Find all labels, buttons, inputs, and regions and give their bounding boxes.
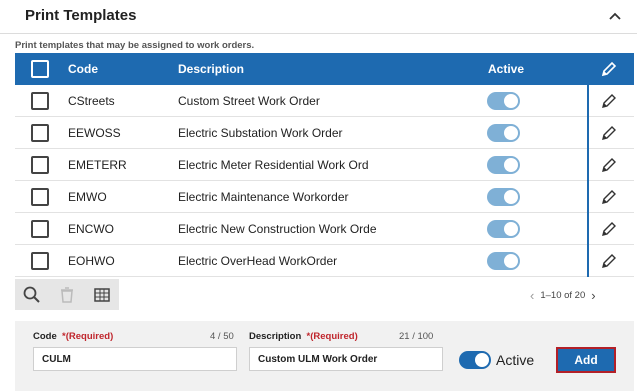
code-required-marker: *(Required)	[62, 331, 114, 342]
table-row[interactable]: EEWOSS Electric Substation Work Order	[15, 117, 634, 149]
active-toggle[interactable]	[459, 351, 491, 369]
add-button[interactable]: Add	[556, 347, 616, 373]
column-header-active[interactable]: Active	[488, 62, 524, 76]
trash-icon[interactable]	[57, 285, 77, 305]
edit-column-divider	[587, 149, 589, 181]
row-checkbox[interactable]	[31, 252, 49, 270]
table-row[interactable]: EMWO Electric Maintenance Workorder	[15, 181, 634, 213]
column-header-description[interactable]: Description	[178, 62, 244, 76]
print-templates-table: Code Description Active CStreets Custom S…	[15, 53, 634, 277]
pagination-range: 1–10 of 20	[540, 290, 586, 301]
code-char-count: 4 / 50	[210, 331, 234, 342]
row-checkbox[interactable]	[31, 124, 49, 142]
active-label: Active	[496, 352, 535, 368]
row-description: Custom Street Work Order	[178, 94, 320, 108]
pencil-icon[interactable]	[600, 92, 618, 110]
row-checkbox[interactable]	[31, 220, 49, 238]
row-code: ENCWO	[68, 222, 114, 236]
edit-column-divider	[587, 117, 589, 149]
column-header-code[interactable]: Code	[68, 62, 98, 76]
pagination: ‹ 1–10 of 20 ›	[530, 288, 596, 303]
table-header: Code Description Active	[15, 53, 634, 85]
table-row[interactable]: ENCWO Electric New Construction Work Orde	[15, 213, 634, 245]
code-label: Code *(Required)	[33, 331, 114, 342]
description-input[interactable]	[249, 347, 443, 371]
chevron-up-icon[interactable]	[605, 6, 625, 26]
row-code: EMETERR	[68, 158, 127, 172]
edit-column-divider	[587, 181, 589, 213]
row-checkbox[interactable]	[31, 156, 49, 174]
row-code: CStreets	[68, 94, 115, 108]
row-active-toggle[interactable]	[487, 156, 520, 174]
toggle-knob	[475, 353, 489, 367]
pencil-icon[interactable]	[600, 252, 618, 270]
toggle-knob	[504, 126, 518, 140]
edit-column-divider	[587, 245, 589, 277]
section-title: Print Templates	[25, 7, 137, 24]
row-code: EEWOSS	[68, 126, 121, 140]
description-char-count: 21 / 100	[399, 331, 434, 342]
pencil-icon[interactable]	[600, 124, 618, 142]
row-active-toggle[interactable]	[487, 220, 520, 238]
row-code: EMWO	[68, 190, 107, 204]
toggle-knob	[504, 254, 518, 268]
row-active-toggle[interactable]	[487, 252, 520, 270]
toggle-knob	[504, 94, 518, 108]
row-description: Electric OverHead WorkOrder	[178, 254, 338, 268]
table-row[interactable]: CStreets Custom Street Work Order	[15, 85, 634, 117]
row-checkbox[interactable]	[31, 92, 49, 110]
table-body: CStreets Custom Street Work Order EEWOSS El…	[15, 85, 634, 277]
row-description: Electric Meter Residential Work Ord	[178, 158, 369, 172]
table-columns-icon[interactable]	[92, 285, 112, 305]
add-template-form: Code *(Required) 4 / 50 Description *(Re…	[15, 321, 634, 391]
section-subtitle: Print templates that may be assigned to …	[15, 40, 255, 51]
description-required-marker: *(Required)	[306, 331, 358, 342]
search-icon[interactable]	[22, 285, 42, 305]
table-row[interactable]: EMETERR Electric Meter Residential Work O…	[15, 149, 634, 181]
section-header: Print Templates	[0, 0, 637, 34]
description-label: Description *(Required)	[249, 331, 358, 342]
pencil-icon[interactable]	[600, 60, 618, 78]
pencil-icon[interactable]	[600, 188, 618, 206]
row-active-toggle[interactable]	[487, 188, 520, 206]
row-description: Electric New Construction Work Orde	[178, 222, 377, 236]
row-active-toggle[interactable]	[487, 92, 520, 110]
table-toolbar	[15, 279, 119, 310]
edit-column-divider	[587, 85, 589, 117]
chevron-right-icon[interactable]: ›	[591, 288, 595, 303]
edit-column-divider	[587, 213, 589, 245]
row-code: EOHWO	[68, 254, 115, 268]
chevron-left-icon[interactable]: ‹	[530, 288, 534, 303]
toggle-knob	[504, 222, 518, 236]
pencil-icon[interactable]	[600, 220, 618, 238]
row-active-toggle[interactable]	[487, 124, 520, 142]
row-description: Electric Substation Work Order	[178, 126, 343, 140]
table-row[interactable]: EOHWO Electric OverHead WorkOrder	[15, 245, 634, 277]
row-checkbox[interactable]	[31, 188, 49, 206]
select-all-checkbox[interactable]	[31, 60, 49, 78]
code-input[interactable]	[33, 347, 237, 371]
toggle-knob	[504, 158, 518, 172]
toggle-knob	[504, 190, 518, 204]
row-description: Electric Maintenance Workorder	[178, 190, 349, 204]
pencil-icon[interactable]	[600, 156, 618, 174]
